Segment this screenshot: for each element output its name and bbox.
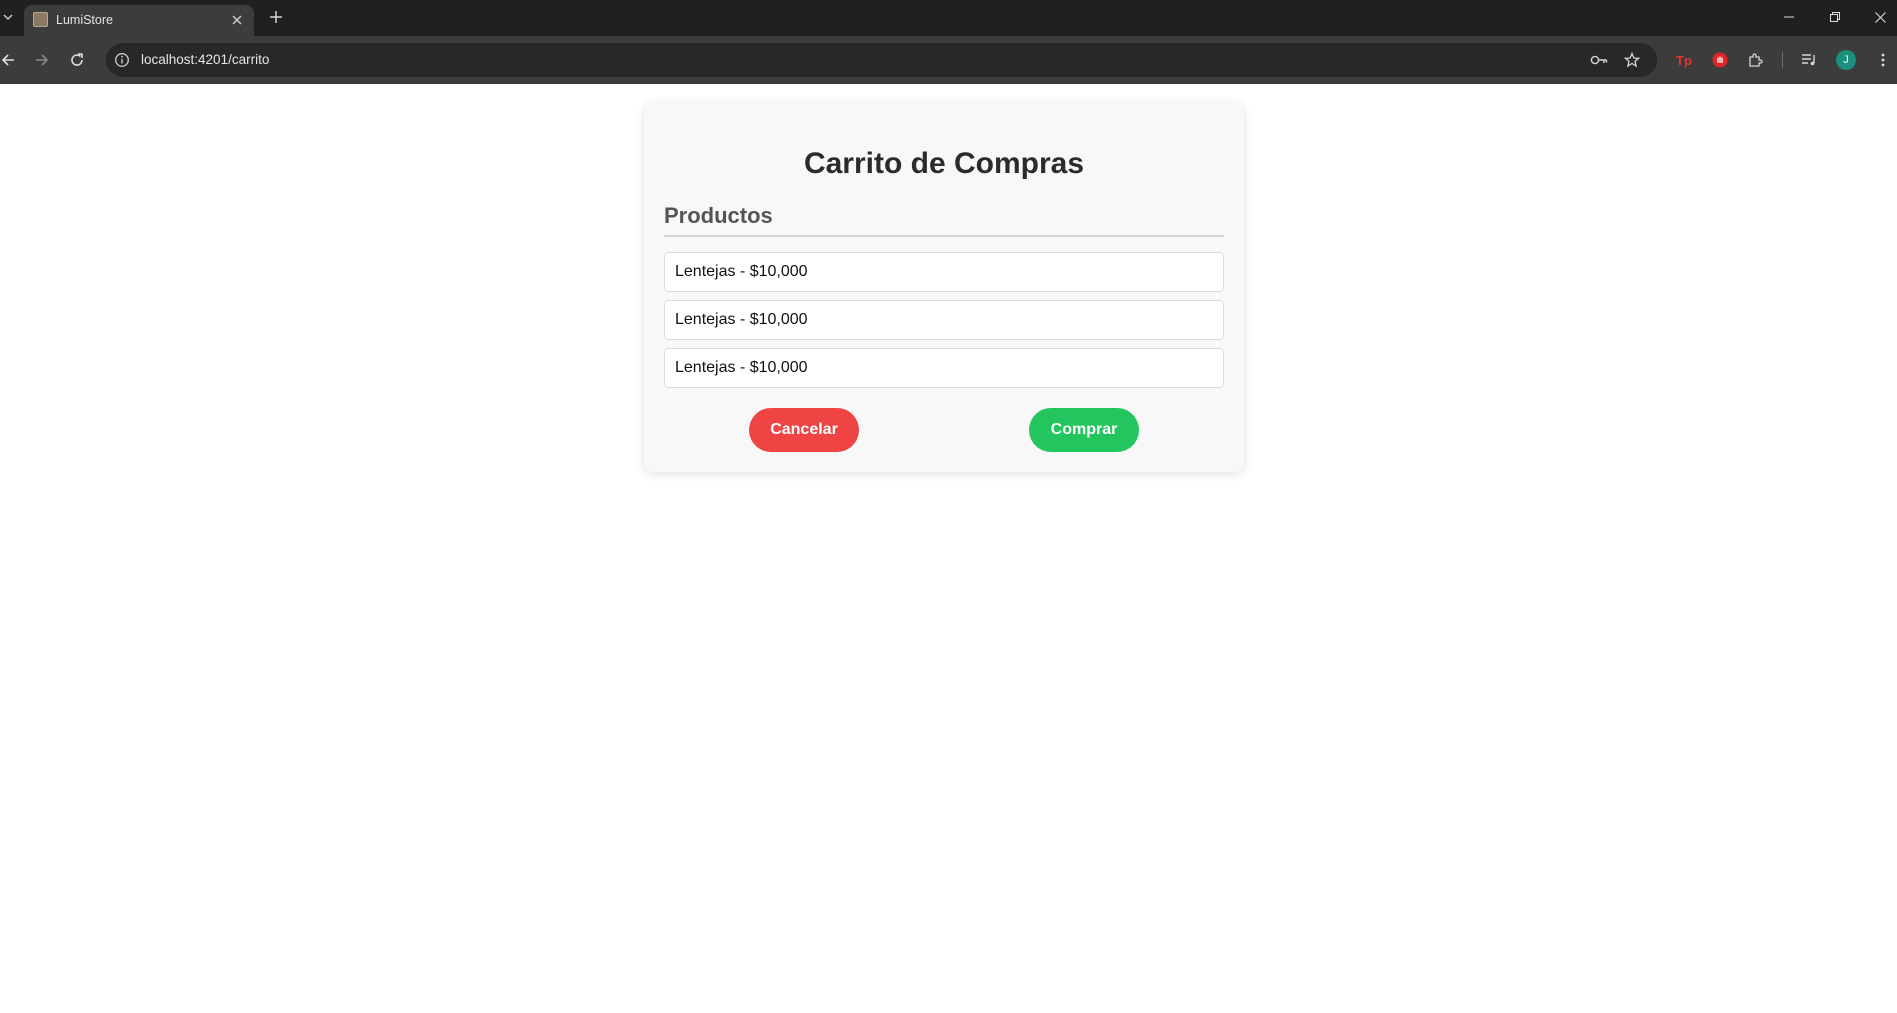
- page-viewport: Carrito de Compras Productos Lentejas - …: [0, 84, 1897, 1013]
- browser-tab-bar: LumiStore: [0, 0, 1897, 36]
- reload-icon[interactable]: [65, 48, 89, 72]
- star-icon[interactable]: [1623, 51, 1641, 69]
- tab-list-icon[interactable]: [0, 6, 16, 28]
- forward-icon[interactable]: [30, 48, 54, 72]
- avatar[interactable]: J: [1836, 50, 1856, 70]
- store-favicon-icon: [33, 12, 48, 27]
- tp-extension-icon[interactable]: Tp: [1672, 48, 1696, 72]
- toolbar-divider: [1782, 52, 1783, 68]
- section-divider: [664, 235, 1224, 237]
- tab-title: LumiStore: [56, 13, 113, 27]
- puzzle-icon[interactable]: [1744, 48, 1768, 72]
- media-icon[interactable]: [1797, 48, 1821, 72]
- address-bar[interactable]: localhost:4201/carrito: [106, 43, 1657, 77]
- window-close-icon[interactable]: [1860, 4, 1897, 30]
- menu-icon[interactable]: [1871, 48, 1895, 72]
- browser-tab[interactable]: LumiStore: [24, 5, 254, 36]
- list-item: Lentejas - $10,000: [664, 348, 1224, 388]
- cart-card: Carrito de Compras Productos Lentejas - …: [644, 102, 1244, 472]
- browser-toolbar: localhost:4201/carrito Tp J: [0, 36, 1897, 84]
- list-item: Lentejas - $10,000: [664, 300, 1224, 340]
- close-icon[interactable]: [228, 11, 246, 29]
- minimize-icon[interactable]: [1769, 4, 1809, 30]
- restore-icon[interactable]: [1815, 4, 1855, 30]
- key-icon[interactable]: [1590, 51, 1608, 69]
- plus-icon[interactable]: [266, 6, 286, 28]
- product-list: Lentejas - $10,000 Lentejas - $10,000 Le…: [664, 252, 1224, 396]
- products-section-title: Productos: [664, 203, 773, 228]
- cancel-button[interactable]: Cancelar: [749, 408, 859, 452]
- buy-button[interactable]: Comprar: [1029, 408, 1139, 452]
- address-url: localhost:4201/carrito: [141, 52, 270, 67]
- back-icon[interactable]: [0, 48, 20, 72]
- hand-extension-icon[interactable]: [1708, 48, 1732, 72]
- page-title: Carrito de Compras: [803, 147, 1085, 180]
- info-icon[interactable]: [114, 52, 130, 68]
- list-item: Lentejas - $10,000: [664, 252, 1224, 292]
